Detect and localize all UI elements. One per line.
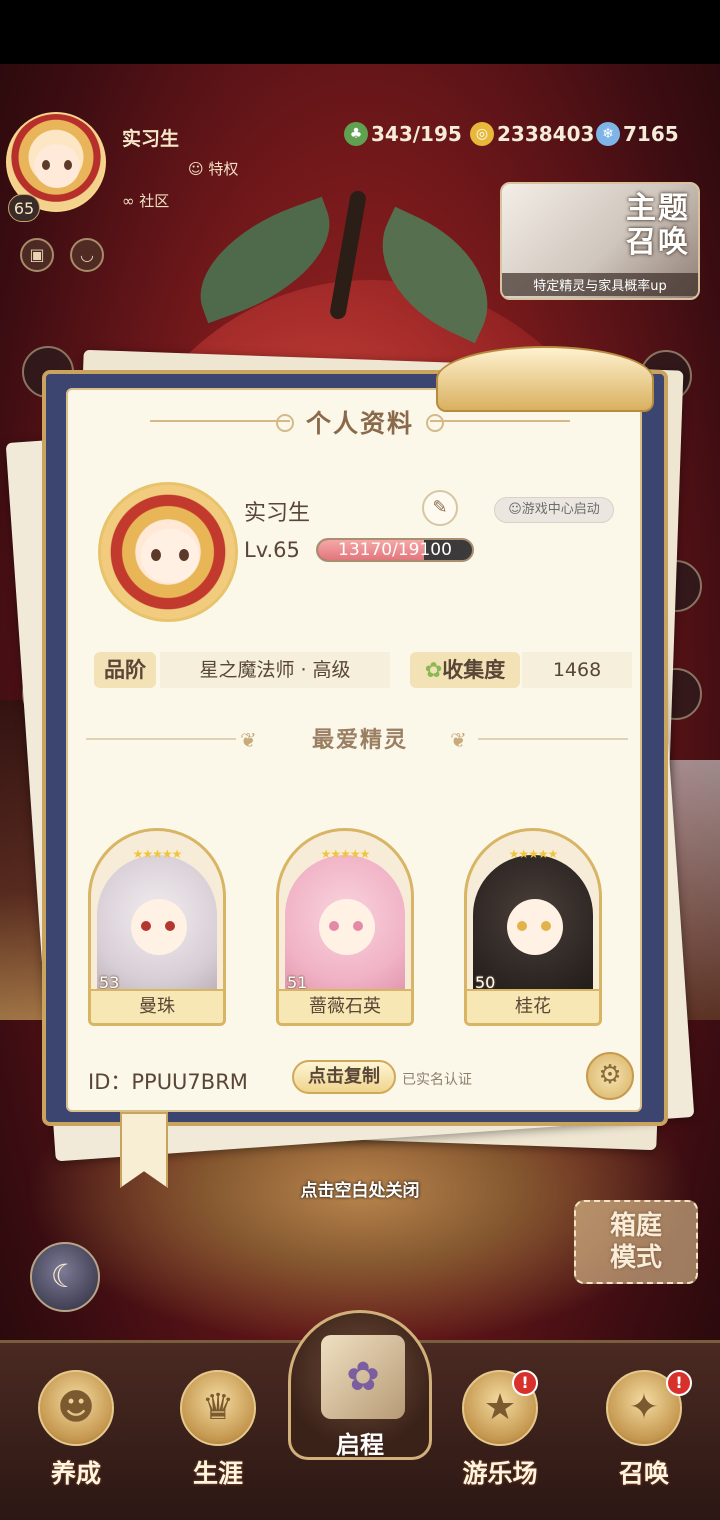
game-screen: 65 实习生 ☺ 特权 ∞ 社区 ▣ ◡ ♣ 343/195 ◎ 2338403… <box>0 0 720 1520</box>
nav-playground[interactable]: ★ 游乐场 <box>440 1360 560 1500</box>
clover-stamina-icon: ♣ <box>344 122 368 146</box>
mask-icon: ∞ <box>122 192 140 210</box>
rank-value: 星之魔法师 · 高级 <box>160 652 390 688</box>
spirit-stars: ★★★★★ <box>132 847 183 861</box>
favorite-spirit-card[interactable]: ★★★★★ 51 蔷薇石英 <box>276 828 414 1026</box>
qq-icon: ☺ <box>188 160 209 178</box>
nav-start[interactable]: ✿ 启程 <box>288 1310 432 1460</box>
community-link[interactable]: ∞ 社区 <box>122 190 169 211</box>
camera-button[interactable]: ▣ <box>20 238 54 272</box>
banner-subtitle: 特定精灵与家具概率up <box>502 273 698 296</box>
favorite-spirit-card[interactable]: ★★★★★ 50 桂花 <box>464 828 602 1026</box>
player-level-badge: 65 <box>8 194 40 222</box>
privilege-link[interactable]: ☺ 特权 <box>188 158 238 179</box>
card-corner-ornament <box>436 346 654 412</box>
qq-icon: ☺ <box>508 502 522 517</box>
garden-mode-button[interactable]: 箱庭 模式 <box>574 1200 698 1284</box>
profile-avatar[interactable] <box>98 482 238 622</box>
crystal-value: 7165 <box>623 122 679 146</box>
crown-icon: ♛ <box>180 1370 256 1446</box>
notification-badge: ! <box>512 1370 538 1396</box>
edit-name-button[interactable]: ✎ <box>422 490 458 526</box>
exp-text: 13170/19100 <box>338 540 452 560</box>
banner-title: 主题 召唤 <box>626 191 690 260</box>
nav-label: 养成 <box>50 1459 101 1488</box>
favorites-title: 最爱精灵 <box>311 728 408 753</box>
nav-label: 生涯 <box>192 1459 243 1488</box>
spirit-name: 曼珠 <box>91 989 223 1023</box>
verified-status: 已实名认证 <box>402 1072 472 1088</box>
rank-label: 品阶 <box>94 652 156 688</box>
nav-label: 启程 <box>336 1431 384 1459</box>
profile-name: 实习生 <box>244 501 311 526</box>
privilege-label: 特权 <box>208 160 239 178</box>
spirit-stars: ★★★★★ <box>320 847 371 861</box>
spirit-name: 蔷薇石英 <box>279 989 411 1023</box>
collection-label: ✿收集度 <box>410 652 520 688</box>
gold-value: 2338403 <box>497 122 595 146</box>
profile-title: 个人资料 <box>305 409 414 438</box>
favorite-spirit-card[interactable]: ★★★★★ 53 曼珠 <box>88 828 226 1026</box>
camera-icon: ▣ <box>29 245 45 264</box>
nav-career[interactable]: ♛ 生涯 <box>158 1360 278 1500</box>
hide-ui-button[interactable]: ◡ <box>70 238 104 272</box>
notification-badge: ! <box>666 1370 692 1396</box>
gold-resource[interactable]: ◎ 2338403 <box>470 122 594 146</box>
player-name: 实习生 <box>122 128 180 150</box>
community-label: 社区 <box>139 192 170 210</box>
nav-label: 召唤 <box>618 1459 669 1488</box>
close-hint[interactable]: 点击空白处关闭 <box>0 1176 720 1201</box>
stamina-value: 343/195 <box>371 122 462 146</box>
spirit-stars: ★★★★★ <box>508 847 559 861</box>
settings-button[interactable]: ⚙ <box>586 1052 634 1100</box>
spirit-name: 桂花 <box>467 989 599 1023</box>
theme-summon-banner[interactable]: 主题 召唤 特定精灵与家具概率up <box>500 182 700 300</box>
collection-value: 1468 <box>522 652 632 688</box>
nav-train[interactable]: ☻ 养成 <box>16 1360 136 1500</box>
blue-crystal-icon: ❄ <box>596 122 620 146</box>
player-id: ID：PPUU7BRM <box>88 1070 248 1094</box>
gear-icon: ⚙ <box>598 1060 622 1090</box>
crystal-resource[interactable]: ❄ 7165 <box>596 122 679 146</box>
stamina-resource[interactable]: ♣ 343/195 <box>344 122 462 146</box>
game-center-launch-button[interactable]: ☺游戏中心启动 <box>494 497 614 523</box>
gold-coin-icon: ◎ <box>470 122 494 146</box>
character-icon: ☻ <box>38 1370 114 1446</box>
profile-level: Lv.65 <box>244 538 300 562</box>
pencil-icon: ✎ <box>432 497 448 518</box>
moon-icon: ☾ <box>50 1257 80 1295</box>
status-bar-area <box>0 0 720 64</box>
eye-closed-icon: ◡ <box>80 245 94 264</box>
nav-label: 游乐场 <box>462 1459 538 1488</box>
exp-progress-bar: 13170/19100 <box>316 538 474 562</box>
launch-label: 游戏中心启动 <box>521 502 600 517</box>
flower-icon: ✿ <box>424 658 443 682</box>
night-mode-button[interactable]: ☾ <box>30 1242 100 1312</box>
book-icon: ✿ <box>321 1335 405 1419</box>
copy-id-button[interactable]: 点击复制 <box>292 1060 396 1094</box>
